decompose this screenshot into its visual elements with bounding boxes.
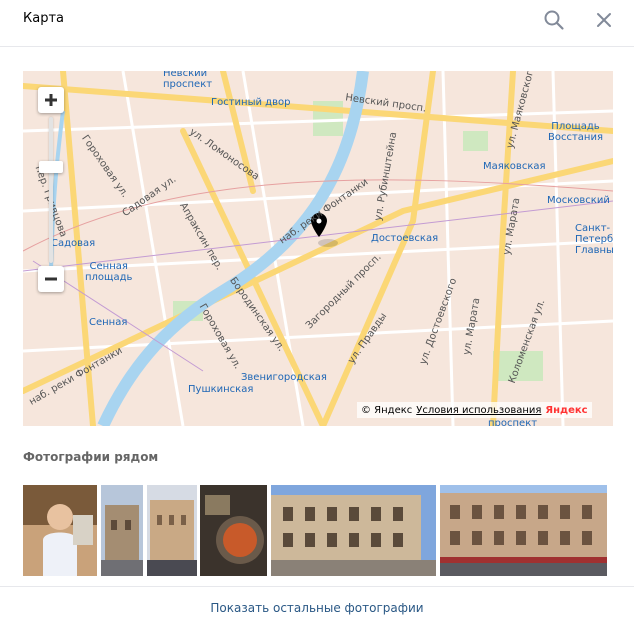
map-copyright: © Яндекс <box>361 404 413 416</box>
photo-thumbnail[interactable] <box>200 485 267 576</box>
show-more-photos-link[interactable]: Показать остальные фотографии <box>210 601 423 615</box>
photo-image <box>440 485 607 576</box>
map-view[interactable]: Невский проспект Гостиный двор Невский п… <box>23 71 613 426</box>
zoom-slider-track[interactable] <box>49 117 53 263</box>
map-label-sennaya-ploshchad: Сенная площадь <box>85 261 133 283</box>
modal-title: Карта <box>23 11 64 26</box>
map-terms-link[interactable]: Условия использования <box>416 405 541 416</box>
photo-image <box>23 485 97 576</box>
minus-icon <box>45 277 57 281</box>
map-label-nevsky-prospekt: Невский проспект <box>163 71 213 90</box>
close-icon <box>597 13 611 27</box>
map-label-prospekt: проспект <box>488 418 538 426</box>
yandex-logo[interactable]: Яндекс <box>545 405 587 416</box>
close-button[interactable] <box>593 9 615 31</box>
map-attribution: © Яндекс Условия использования Яндекс <box>357 402 592 418</box>
map-label-dostoevskaya: Достоевская <box>371 233 439 244</box>
photo-thumbnail[interactable] <box>101 485 143 576</box>
photo-image <box>271 485 436 576</box>
map-label-pushkinskaya: Пушкинская <box>188 384 254 395</box>
search-button[interactable] <box>543 9 565 31</box>
map-label-zvenigorodskaya: Звенигородская <box>241 372 327 383</box>
photo-thumbnail[interactable] <box>440 485 607 576</box>
zoom-in-button[interactable] <box>38 87 64 113</box>
photo-thumbnail[interactable] <box>23 485 97 576</box>
photo-image <box>101 485 143 576</box>
photo-image <box>200 485 267 576</box>
show-more-footer: Показать остальные фотографии <box>0 586 634 627</box>
map-label-gostiny-dvor: Гостиный двор <box>211 97 291 108</box>
zoom-out-button[interactable] <box>38 266 64 292</box>
map-label-ploshchad-vosstaniya: Площадь Восстания <box>548 121 603 143</box>
map-label-sadovaya: Садовая <box>51 238 96 249</box>
map-label-sennaya: Сенная <box>89 317 128 328</box>
nearby-photos-title: Фотографии рядом <box>23 450 159 464</box>
photo-image <box>147 485 197 576</box>
modal-header: Карта <box>0 0 634 47</box>
map-label-sankt-peterburg: Санкт- Петербу Главны <box>575 223 613 256</box>
map-label-mayakovskaya: Маяковская <box>483 161 546 172</box>
photo-thumbnail[interactable] <box>271 485 436 576</box>
search-icon <box>544 10 564 30</box>
photo-thumbnail[interactable] <box>147 485 197 576</box>
zoom-slider-handle[interactable] <box>39 161 63 173</box>
plus-icon <box>45 94 57 106</box>
map-label-moskovsky: Московский <box>547 195 610 206</box>
